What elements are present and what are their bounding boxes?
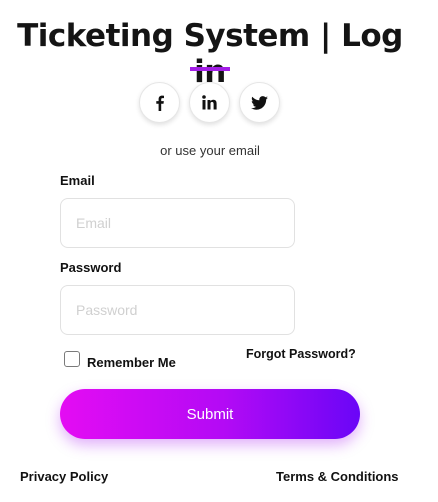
email-label: Email (60, 173, 95, 188)
remember-me-label[interactable]: Remember Me (87, 355, 176, 370)
password-label: Password (60, 260, 122, 275)
privacy-policy-link[interactable]: Privacy Policy (20, 469, 108, 484)
title-underline (190, 67, 230, 71)
alt-login-text: or use your email (160, 143, 260, 158)
facebook-icon (152, 95, 168, 111)
linkedin-icon (202, 95, 217, 110)
twitter-icon (251, 95, 268, 110)
remember-me-checkbox[interactable] (64, 351, 80, 367)
facebook-button[interactable] (139, 82, 180, 123)
forgot-password-link[interactable]: Forgot Password? (246, 347, 356, 361)
page-title: Ticketing System | Log in (17, 18, 403, 90)
submit-button[interactable]: Submit (60, 389, 360, 439)
linkedin-button[interactable] (189, 82, 230, 123)
remember-me: Remember Me (64, 348, 176, 370)
password-field[interactable] (60, 285, 295, 335)
login-page: Ticketing System | Log in or use your em… (0, 0, 438, 502)
email-field[interactable] (60, 198, 295, 248)
terms-conditions-link[interactable]: Terms & Conditions (276, 469, 399, 484)
twitter-button[interactable] (239, 82, 280, 123)
